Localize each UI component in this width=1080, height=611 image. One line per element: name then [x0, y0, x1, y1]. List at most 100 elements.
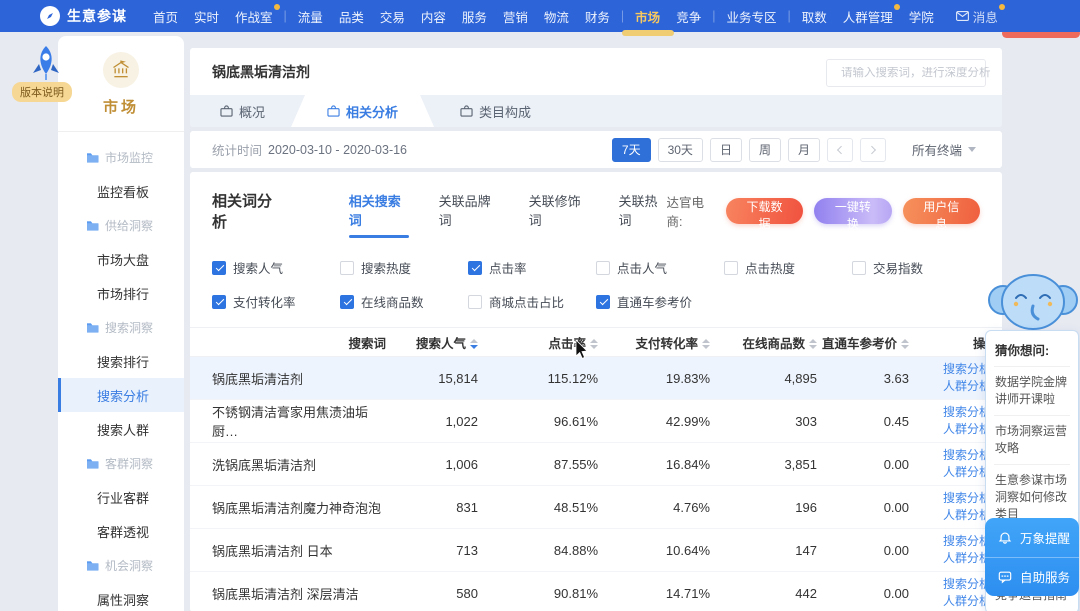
column-header[interactable]: 在线商品数: [714, 327, 821, 357]
online-items-cell: 3,851: [714, 442, 821, 486]
metric-checkbox[interactable]: 点击热度: [724, 258, 852, 277]
header-tab[interactable]: 类目构成: [434, 95, 557, 127]
sidebar-item-label: 机会洞察: [105, 558, 154, 573]
prev-period-button[interactable]: [826, 137, 853, 162]
sidebar-item[interactable]: 搜索排行: [58, 344, 184, 378]
word-type-tab[interactable]: 关联品牌词: [439, 191, 499, 238]
sidebar-item[interactable]: 搜索分析: [58, 378, 184, 412]
metric-checkbox[interactable]: 支付转化率: [212, 292, 340, 311]
search-input[interactable]: [841, 67, 995, 79]
column-header[interactable]: 点击率: [482, 327, 602, 357]
guess-you-ask-title: 猜你想问:: [995, 344, 1050, 358]
range-button[interactable]: 日: [709, 137, 742, 162]
sort-icon[interactable]: [901, 339, 909, 350]
sidebar-item[interactable]: 监控看板: [58, 174, 184, 208]
app-logo[interactable]: 生意参谋: [40, 6, 127, 26]
sidebar-item-label: 搜索分析: [97, 388, 150, 404]
ctr-cell: 90.81%: [482, 571, 602, 611]
column-header-label: 直通车参考价: [821, 336, 897, 351]
nav-item[interactable]: 首页: [153, 7, 178, 26]
sort-icon[interactable]: [470, 339, 478, 350]
nav-item[interactable]: 内容: [421, 7, 446, 26]
sidebar-item[interactable]: 市场大盘: [58, 242, 184, 276]
folder-icon: [87, 560, 99, 571]
column-header[interactable]: 搜索人气: [390, 327, 482, 357]
metric-checkbox[interactable]: 点击率: [468, 258, 596, 277]
nav-item[interactable]: 交易: [380, 7, 405, 26]
folder-icon: [87, 322, 99, 333]
metric-checkbox[interactable]: 商城点击占比: [468, 292, 596, 311]
nav-item[interactable]: 物流: [544, 7, 569, 26]
range-button[interactable]: 月: [787, 137, 820, 162]
metric-checkbox[interactable]: 搜索人气: [212, 258, 340, 277]
ctr-cell: 96.61%: [482, 399, 602, 443]
nav-item[interactable]: 服务: [462, 7, 487, 26]
metric-label: 点击率: [489, 262, 527, 276]
sidebar-item[interactable]: 搜索人群: [58, 412, 184, 446]
column-header[interactable]: 直通车参考价: [821, 327, 913, 357]
nav-item[interactable]: 流量: [298, 7, 323, 26]
sort-icon[interactable]: [809, 339, 817, 350]
version-rocket-icon[interactable]: [30, 44, 62, 87]
column-header[interactable]: 支付转化率: [602, 327, 714, 357]
keyword-cell: 锅底黑垢清洁剂: [190, 356, 390, 400]
elephant-mascot[interactable]: [986, 266, 1080, 337]
header-tab[interactable]: 相关分析: [291, 95, 434, 127]
sidebar-menu: 市场监控 监控看板 供给洞察 市场大盘 市场排行 搜索洞察 搜索排行 搜索分析 …: [58, 132, 184, 611]
nav-item[interactable]: 实时: [194, 7, 219, 26]
self-service-button[interactable]: 自助服务: [985, 556, 1079, 597]
suggested-question[interactable]: 市场洞察运营攻略: [994, 415, 1070, 464]
suggested-question[interactable]: 数据学院金牌讲师开课啦: [994, 366, 1070, 415]
nav-item[interactable]: 品类: [339, 7, 364, 26]
checkbox-icon: [596, 260, 610, 275]
next-period-button[interactable]: [859, 137, 886, 162]
nav-item[interactable]: 竞争: [676, 7, 701, 26]
sidebar-item: 市场监控: [58, 140, 184, 174]
range-button[interactable]: 7天: [611, 137, 651, 162]
sidebar-item-label: 客群透视: [97, 524, 150, 540]
keyword-header-card: 锅底黑垢清洁剂 概况 相关分析 类目构成: [190, 48, 1002, 127]
one-click-convert-button[interactable]: 一键转换: [814, 197, 892, 231]
word-type-tab[interactable]: 关联热词: [619, 191, 667, 238]
wanxiang-reminder-button[interactable]: 万象提醒: [985, 518, 1079, 557]
range-button[interactable]: 周: [748, 137, 781, 162]
nav-message[interactable]: 消息: [955, 3, 1005, 26]
sidebar-item[interactable]: 市场排行: [58, 276, 184, 310]
word-type-tab[interactable]: 相关搜索词: [348, 191, 409, 238]
ppc-price-cell: 0.00: [821, 571, 913, 611]
sidebar-item-label: 供给洞察: [105, 218, 154, 233]
user-info-button[interactable]: 用户信息: [902, 197, 980, 231]
header-tab[interactable]: 概况: [194, 95, 291, 127]
nav-item[interactable]: 财务: [585, 7, 610, 26]
metric-checkbox[interactable]: 交易指数: [852, 258, 980, 277]
sort-icon[interactable]: [702, 339, 710, 350]
sort-icon[interactable]: [590, 339, 598, 350]
download-data-button[interactable]: 下载数据: [725, 197, 804, 231]
nav-item[interactable]: 人群管理: [843, 3, 900, 26]
sidebar-item[interactable]: 客群透视: [58, 514, 184, 548]
range-button[interactable]: 30天: [657, 137, 703, 162]
nav-item[interactable]: 市场: [635, 7, 660, 26]
column-header[interactable]: 搜索词: [190, 327, 390, 357]
version-label[interactable]: 版本说明: [12, 82, 72, 102]
metric-checkbox[interactable]: 搜索热度: [340, 258, 468, 277]
metric-checkbox[interactable]: 直通车参考价: [596, 292, 724, 311]
metric-checkbox[interactable]: 在线商品数: [340, 292, 468, 311]
search-popularity-cell: 713: [390, 528, 482, 572]
online-items-cell: 196: [714, 485, 821, 529]
word-type-tab[interactable]: 关联修饰词: [529, 191, 589, 238]
online-items-cell: 147: [714, 528, 821, 572]
metric-checkbox[interactable]: 点击人气: [596, 258, 724, 277]
nav-item[interactable]: 营销: [503, 7, 528, 26]
sidebar-item[interactable]: 属性洞察: [58, 582, 184, 611]
search-popularity-cell: 580: [390, 571, 482, 611]
sidebar-item[interactable]: 行业客群: [58, 480, 184, 514]
bag-icon: [327, 105, 340, 117]
nav-item[interactable]: 业务专区: [726, 7, 776, 26]
terminal-select[interactable]: 所有终端: [912, 140, 976, 159]
nav-item[interactable]: 学院: [909, 7, 934, 26]
column-header-label: 搜索人气: [415, 336, 466, 351]
keyword-search-box[interactable]: [826, 59, 995, 87]
nav-item[interactable]: 取数: [802, 7, 827, 26]
nav-item[interactable]: 作战室: [235, 3, 279, 26]
